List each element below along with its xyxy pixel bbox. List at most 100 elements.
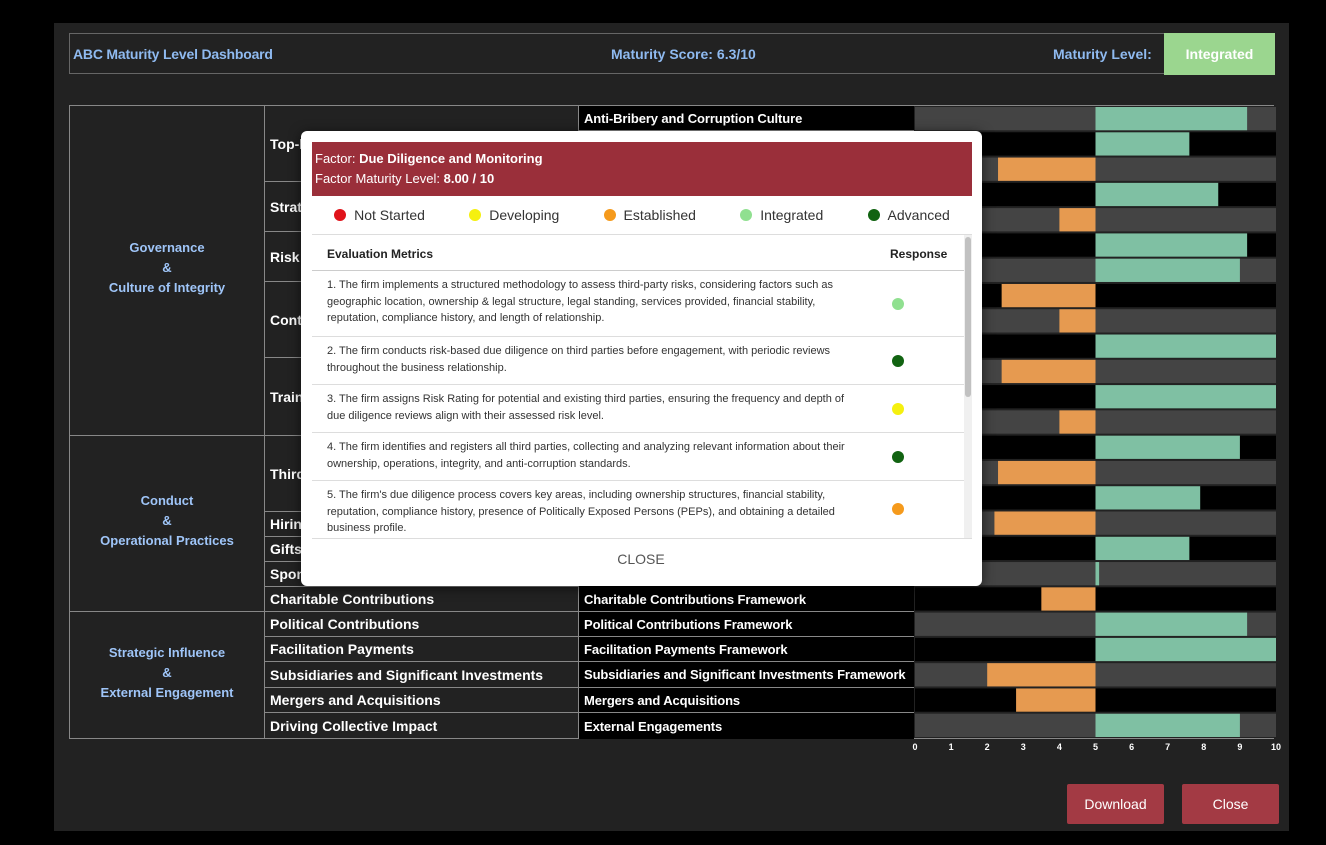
framework-cell[interactable]: Facilitation Payments Framework <box>579 637 914 662</box>
framework-cell[interactable]: Political Contributions Framework <box>579 612 914 637</box>
dashboard-header: ABC Maturity Level Dashboard Maturity Sc… <box>69 33 1275 75</box>
maturity-bar[interactable] <box>1059 208 1096 232</box>
maturity-bar[interactable] <box>1001 359 1096 384</box>
maturity-bar[interactable] <box>994 511 1096 535</box>
category-conduct: Conduct & Operational Practices <box>70 436 265 612</box>
maturity-bar[interactable] <box>1095 258 1240 282</box>
metric-row: 5. The firm's due diligence process cove… <box>312 481 964 538</box>
modal-header: Factor: Due Diligence and Monitoring Fac… <box>312 142 972 196</box>
factor-row[interactable]: Political Contributions <box>265 612 579 637</box>
maturity-bar[interactable] <box>1095 637 1277 662</box>
response-dot-icon <box>892 355 904 367</box>
x-tick-label: 2 <box>984 742 990 752</box>
x-tick-label: 1 <box>948 742 954 752</box>
maturity-bar[interactable] <box>987 663 1096 687</box>
framework-cell[interactable]: Subsidiaries and Significant Investments… <box>579 662 914 688</box>
modal-level-value: 8.00 / 10 <box>443 171 495 186</box>
maturity-bar[interactable] <box>1001 283 1096 308</box>
maturity-bar[interactable] <box>1041 587 1096 611</box>
legend-label: Established <box>623 207 696 223</box>
metric-text: 1. The firm implements a structured meth… <box>327 279 834 324</box>
modal-close-button[interactable]: CLOSE <box>591 549 691 569</box>
legend-label: Advanced <box>887 207 950 223</box>
maturity-bar[interactable] <box>1059 309 1096 333</box>
x-tick-label: 4 <box>1056 742 1062 752</box>
maturity-bar[interactable] <box>1095 107 1248 131</box>
legend-dot-icon <box>603 209 616 221</box>
metric-row: 1. The firm implements a structured meth… <box>312 271 964 337</box>
maturity-bar[interactable] <box>1095 562 1100 586</box>
factor-detail-modal: Factor: Due Diligence and Monitoring Fac… <box>301 131 982 586</box>
x-tick-label: 7 <box>1165 742 1171 752</box>
scrollbar-thumb[interactable] <box>965 237 971 397</box>
x-tick-label: 9 <box>1237 742 1243 752</box>
x-tick-label: 3 <box>1020 742 1026 752</box>
legend-item: Developing <box>469 207 559 223</box>
download-button[interactable]: Download <box>1067 784 1164 824</box>
maturity-bar[interactable] <box>1016 688 1096 712</box>
metric-text: 3. The firm assigns Risk Rating for pote… <box>327 393 845 422</box>
metrics-column-header: Evaluation Metrics <box>327 247 434 261</box>
factor-row[interactable]: Charitable Contributions <box>265 587 579 612</box>
response-dot-icon <box>892 451 904 463</box>
modal-level: Factor Maturity Level: 8.00 / 10 <box>315 169 969 189</box>
modal-factor-name: Due Diligence and Monitoring <box>359 151 543 166</box>
metrics-table[interactable]: Evaluation Metrics Response 1. The firm … <box>312 234 972 539</box>
maturity-bar[interactable] <box>1095 486 1201 510</box>
maturity-score-value: 6.3/10 <box>716 46 756 62</box>
framework-cell[interactable]: Charitable Contributions Framework <box>579 587 914 612</box>
maturity-level-badge: Integrated <box>1164 33 1275 75</box>
factor-row[interactable]: Facilitation Payments <box>265 637 579 662</box>
metrics-scrollbar[interactable] <box>964 235 972 538</box>
legend-dot-icon <box>867 209 880 221</box>
maturity-bar[interactable] <box>1095 713 1240 737</box>
metric-text: 4. The firm identifies and registers all… <box>327 441 845 470</box>
metric-text: 2. The firm conducts risk-based due dili… <box>327 345 831 374</box>
factor-row[interactable]: Driving Collective Impact <box>265 713 579 739</box>
maturity-bar[interactable] <box>1095 536 1190 561</box>
metric-row: 4. The firm identifies and registers all… <box>312 433 964 481</box>
framework-cell[interactable]: External Engagements <box>579 713 914 739</box>
legend-dot-icon <box>334 209 347 221</box>
metrics-header: Evaluation Metrics Response <box>312 235 964 271</box>
maturity-bar[interactable] <box>1095 435 1240 459</box>
metric-row: 3. The firm assigns Risk Rating for pote… <box>312 385 964 433</box>
modal-level-label: Factor Maturity Level: <box>315 171 444 186</box>
framework-cell[interactable]: Mergers and Acquisitions <box>579 688 914 713</box>
framework-cell[interactable]: Anti-Bribery and Corruption Culture <box>579 106 914 131</box>
maturity-bar[interactable] <box>998 460 1096 485</box>
modal-factor: Factor: Due Diligence and Monitoring <box>315 149 969 169</box>
maturity-bar[interactable] <box>1095 612 1248 636</box>
modal-factor-label: Factor: <box>315 151 360 166</box>
maturity-bar[interactable] <box>1095 132 1190 156</box>
response-column-header: Response <box>890 247 948 261</box>
maturity-bar[interactable] <box>998 157 1096 181</box>
dashboard-title: ABC Maturity Level Dashboard <box>73 46 273 62</box>
legend-label: Not Started <box>354 207 425 223</box>
legend-dot-icon <box>469 209 482 221</box>
maturity-score: Maturity Score: 6.3/10 <box>607 46 756 62</box>
close-button[interactable]: Close <box>1182 784 1279 824</box>
factor-row[interactable]: Subsidiaries and Significant Investments <box>265 662 579 688</box>
maturity-level-label: Maturity Level: <box>1053 46 1152 62</box>
legend-item: Integrated <box>740 207 823 223</box>
maturity-bar[interactable] <box>1095 334 1277 358</box>
x-tick-label: 8 <box>1201 742 1207 752</box>
x-tick-label: 5 <box>1092 742 1099 752</box>
maturity-bar[interactable] <box>1095 233 1248 257</box>
x-tick-label: 6 <box>1129 742 1135 752</box>
metric-text: 5. The firm's due diligence process cove… <box>327 489 835 534</box>
maturity-legend: Not Started Developing Established Integrat… <box>312 203 972 227</box>
legend-item: Established <box>603 207 696 223</box>
maturity-bar[interactable] <box>1095 385 1277 409</box>
maturity-bar[interactable] <box>1095 182 1219 207</box>
legend-label: Developing <box>489 207 560 223</box>
factor-row[interactable]: Mergers and Acquisitions <box>265 688 579 713</box>
legend-item: Advanced <box>867 207 950 223</box>
response-dot-icon <box>892 403 904 415</box>
legend-item: Not Started <box>334 207 425 223</box>
maturity-bar[interactable] <box>1059 410 1096 434</box>
x-axis: 0 1 2 3 4 5 6 7 8 9 10 <box>912 742 1281 756</box>
legend-label: Integrated <box>760 207 824 223</box>
maturity-score-label: Maturity Score: <box>611 46 713 62</box>
